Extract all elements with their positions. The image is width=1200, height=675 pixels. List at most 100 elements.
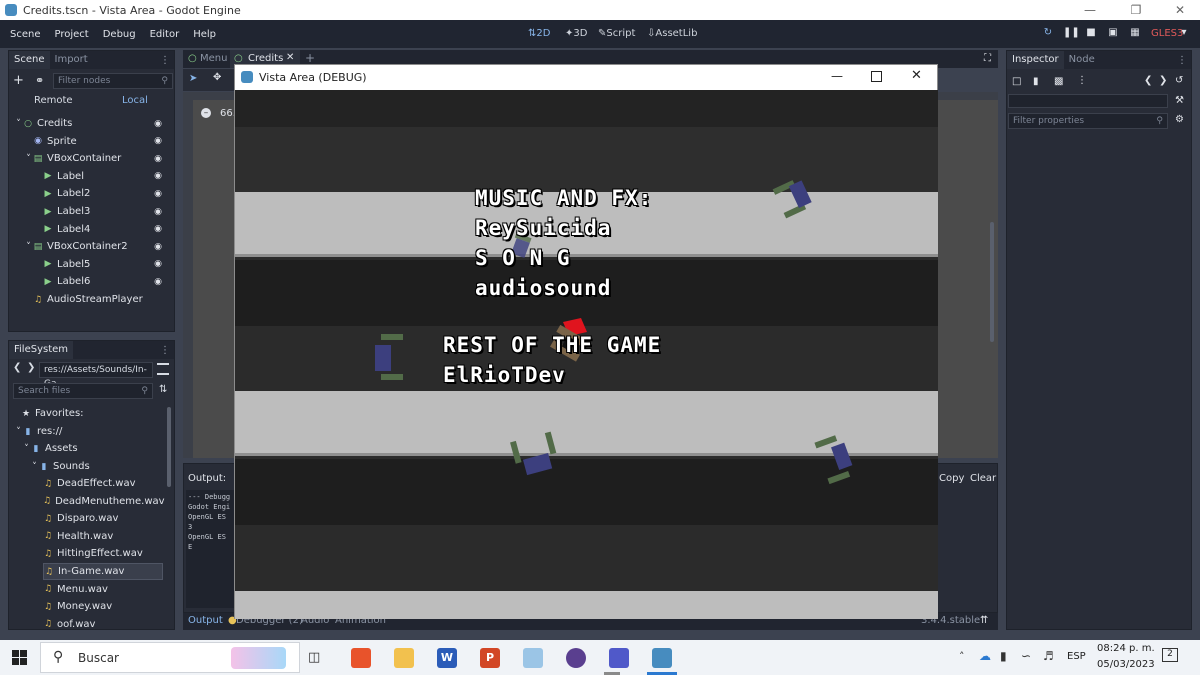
filter-properties-input[interactable]: Filter properties ⚲ [1008,113,1168,129]
move-tool-icon[interactable]: ✥ [213,72,221,83]
visibility-eye-icon[interactable]: ◉ [154,277,162,287]
scene-node-credits[interactable]: ˅ ○ Credits ◉ [15,115,169,132]
minimize-icon[interactable]: — [1068,0,1112,20]
history-forward-icon[interactable]: ❯ [1159,75,1167,86]
menu-scene[interactable]: Scene [10,29,41,40]
restore-icon[interactable]: ❐ [1114,0,1158,20]
folder-sounds[interactable]: ˅ ▮ Sounds [31,458,89,475]
wifi-icon[interactable]: ∽ [1021,649,1031,663]
menu-debug[interactable]: Debug [103,29,136,40]
scene-node-label4[interactable]: ▶ Label4 ◉ [35,221,169,238]
file-item[interactable]: ♫ DeadEffect.wav [43,475,163,492]
filesystem-scrollbar[interactable] [167,407,171,487]
file-item[interactable]: ♫ DeadMenutheme.wav [43,493,165,510]
visibility-eye-icon[interactable]: ◉ [154,154,162,164]
pin-icon[interactable]: ⇈ [980,615,988,626]
visibility-eye-icon[interactable]: ◉ [154,224,162,234]
powerpoint-icon[interactable]: P [480,648,500,668]
local-tab[interactable]: Local [122,95,148,106]
new-resource-icon[interactable]: □ [1012,76,1021,87]
play-scene-icon[interactable]: ▣ [1106,26,1120,40]
close-tab-icon[interactable]: ✕ [286,52,294,63]
close-icon[interactable]: ✕ [1158,0,1200,20]
chevron-up-icon[interactable]: ˄ [959,650,965,663]
tab-menu-scene[interactable]: Menu [200,53,227,64]
zoom-out-icon[interactable]: – [201,108,211,118]
file-item[interactable]: ♫ Disparo.wav [43,510,163,527]
pause-icon[interactable]: ❚❚ [1063,26,1080,40]
chevron-down-icon[interactable]: ▾ [1177,26,1191,40]
tools-icon[interactable]: ⚒ [1175,95,1184,106]
open-folder-icon[interactable]: ▮ [1033,76,1039,87]
stop-icon[interactable]: ■ [1084,26,1098,40]
chevron-down-icon[interactable]: ˅ [25,154,32,164]
file-item[interactable]: ♫ Health.wav [43,528,163,545]
chevron-down-icon[interactable]: ˅ [15,119,22,129]
split-view-icon[interactable] [157,363,169,375]
scene-node-label6[interactable]: ▶ Label6 ◉ [35,273,169,290]
visibility-eye-icon[interactable]: ◉ [154,189,162,199]
menu-dots-icon[interactable]: ⋮ [160,55,170,66]
visibility-eye-icon[interactable]: ◉ [154,207,162,217]
scene-node-audiostreamplayer[interactable]: ♫ AudioStreamPlayer [25,291,169,308]
sort-icon[interactable]: ⇅ [159,384,167,395]
tab-inspector[interactable]: Inspector [1007,51,1064,69]
settings-icon[interactable]: ⚙ [1175,114,1184,125]
add-tab-icon[interactable]: + [305,51,315,65]
object-path-field[interactable] [1008,94,1168,108]
notifications-icon[interactable]: 2 [1162,648,1178,662]
teams-icon[interactable] [609,648,629,668]
paint-icon[interactable] [523,648,543,668]
file-item[interactable]: ♫ Menu.wav [43,581,163,598]
filter-nodes-input[interactable]: Filter nodes ⚲ [53,73,173,89]
link-icon[interactable]: ⚭ [35,74,44,87]
scene-node-label2[interactable]: ▶ Label2 ◉ [35,185,169,202]
visibility-eye-icon[interactable]: ◉ [154,259,162,269]
visibility-eye-icon[interactable]: ◉ [154,242,162,252]
save-icon[interactable]: ▩ [1054,76,1063,87]
workspace-script[interactable]: ✎Script [598,28,635,39]
history-icon[interactable]: ↺ [1175,75,1183,86]
add-node-icon[interactable]: + [13,73,24,88]
task-view-icon[interactable]: ◫ [308,650,320,665]
more-icon[interactable]: ⋮ [1077,75,1087,86]
visibility-eye-icon[interactable]: ◉ [154,171,162,181]
visibility-eye-icon[interactable]: ◉ [154,119,162,129]
scene-node-vboxcontainer2[interactable]: ˅ ▤ VBoxContainer2 ◉ [25,238,169,255]
scene-node-sprite[interactable]: ◉ Sprite ◉ [25,133,169,150]
clock-time[interactable]: 08:24 p. m. [1097,643,1155,654]
discord-icon[interactable] [566,648,586,668]
language-indicator[interactable]: ESP [1067,651,1086,662]
scene-node-label3[interactable]: ▶ Label3 ◉ [35,203,169,220]
chevron-down-icon[interactable]: ˅ [25,242,32,252]
maximize-icon[interactable] [871,71,882,82]
menu-help[interactable]: Help [193,29,216,40]
remote-tab[interactable]: Remote [34,95,73,106]
tab-output[interactable]: Output [188,615,223,626]
tab-import[interactable]: Import [50,51,93,69]
forward-icon[interactable]: ❯ [27,362,35,373]
distraction-free-icon[interactable]: ⛶ [984,53,991,64]
word-icon[interactable]: W [437,648,457,668]
reload-icon[interactable]: ↻ [1041,26,1055,40]
favorites-row[interactable]: ★ Favorites: [21,405,84,422]
play-custom-icon[interactable]: ▦ [1128,26,1142,40]
file-explorer-icon[interactable] [394,648,414,668]
onedrive-icon[interactable]: ☁ [979,649,991,663]
history-back-icon[interactable]: ❮ [1144,75,1152,86]
clear-button[interactable]: Clear [970,473,996,484]
windows-start-icon[interactable] [12,650,27,665]
minimize-icon[interactable]: — [831,69,843,83]
file-item[interactable]: ♫ oof.wav [43,616,163,629]
menu-project[interactable]: Project [55,29,89,40]
scene-node-label[interactable]: ▶ Label ◉ [35,168,169,185]
workspace-2d[interactable]: ⇅2D [528,28,550,39]
menu-dots-icon[interactable]: ⋮ [1177,55,1187,66]
select-tool-icon[interactable]: ➤ [189,73,197,84]
clock-date[interactable]: 05/03/2023 [1097,659,1155,670]
back-icon[interactable]: ❮ [13,362,21,373]
menu-dots-icon[interactable]: ⋮ [160,345,170,356]
menu-editor[interactable]: Editor [150,29,180,40]
workspace-assetlib[interactable]: ⇩AssetLib [647,28,697,39]
brave-browser-icon[interactable] [351,648,371,668]
